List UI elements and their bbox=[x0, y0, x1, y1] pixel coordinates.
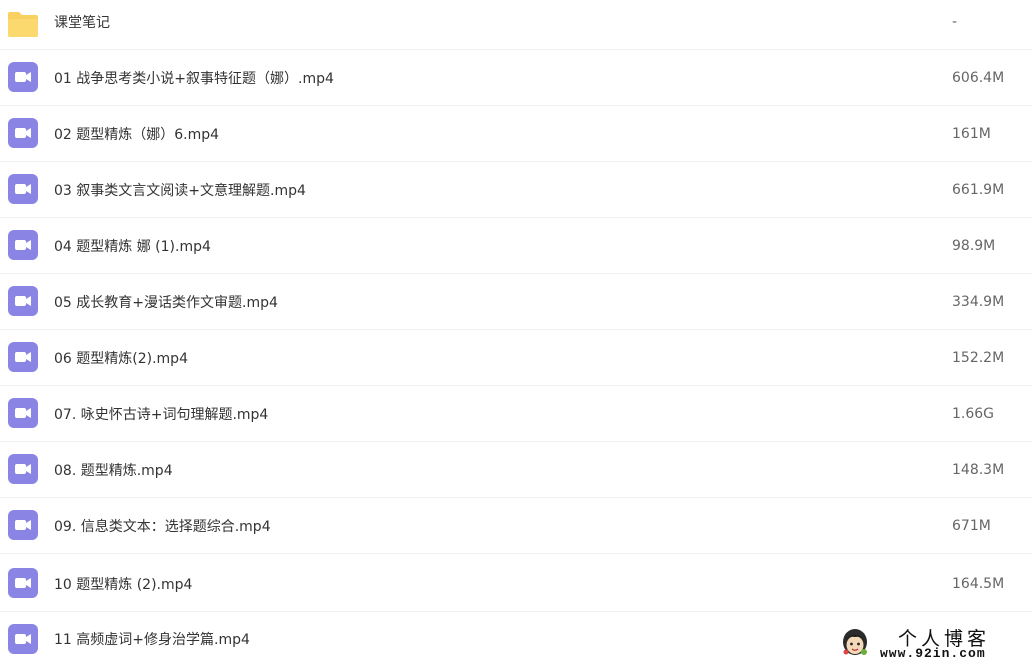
list-item-file[interactable]: 07. 咏史怀古诗+词句理解题.mp4 1.66G bbox=[0, 386, 1032, 442]
file-name: 04 题型精炼 娜 (1).mp4 bbox=[54, 239, 211, 255]
list-item-file[interactable]: 09. 信息类文本：选择题综合.mp4 671M bbox=[0, 498, 1032, 554]
list-item-file[interactable]: 08. 题型精炼.mp4 148.3M bbox=[0, 442, 1032, 498]
file-name: 07. 咏史怀古诗+词句理解题.mp4 bbox=[54, 407, 269, 423]
video-file-icon bbox=[8, 342, 38, 372]
file-name: 02 题型精炼（娜）6.mp4 bbox=[54, 127, 220, 143]
video-file-icon bbox=[8, 568, 38, 598]
video-file-icon bbox=[8, 118, 38, 148]
file-size: 1.66G bbox=[952, 406, 995, 422]
file-size: - bbox=[952, 14, 958, 30]
file-name: 09. 信息类文本：选择题综合.mp4 bbox=[54, 519, 271, 535]
list-item-file[interactable]: 04 题型精炼 娜 (1).mp4 98.9M bbox=[0, 218, 1032, 274]
file-size: 98.9M bbox=[952, 238, 996, 254]
file-size: 606.4M bbox=[952, 70, 1005, 86]
file-size: 661.9M bbox=[952, 182, 1005, 198]
row-divider bbox=[0, 553, 1032, 554]
list-item-file[interactable]: 10 题型精炼 (2).mp4 164.5M bbox=[0, 556, 1032, 612]
file-size: 152.2M bbox=[952, 350, 1005, 366]
video-file-icon bbox=[8, 454, 38, 484]
video-file-icon bbox=[8, 230, 38, 260]
file-name: 11 高频虚词+修身治学篇.mp4 bbox=[54, 632, 250, 648]
file-name: 课堂笔记 bbox=[54, 15, 110, 31]
list-item-file[interactable]: 03 叙事类文言文阅读+文意理解题.mp4 661.9M bbox=[0, 162, 1032, 218]
file-size: 334.9M bbox=[952, 294, 1005, 310]
file-name: 10 题型精炼 (2).mp4 bbox=[54, 577, 193, 593]
file-size: 671M bbox=[952, 518, 991, 534]
watermark-url: www.92in.com bbox=[880, 646, 986, 661]
video-file-icon bbox=[8, 62, 38, 92]
file-size: 148.3M bbox=[952, 462, 1005, 478]
list-item-file[interactable]: 06 题型精炼(2).mp4 152.2M bbox=[0, 330, 1032, 386]
file-name: 08. 题型精炼.mp4 bbox=[54, 463, 173, 479]
file-name: 05 成长教育+漫话类作文审题.mp4 bbox=[54, 295, 278, 311]
list-item-file[interactable]: 02 题型精炼（娜）6.mp4 161M bbox=[0, 106, 1032, 162]
video-file-icon bbox=[8, 624, 38, 654]
file-name: 06 题型精炼(2).mp4 bbox=[54, 351, 188, 367]
video-file-icon bbox=[8, 510, 38, 540]
blog-watermark: 个人博客 www.92in.com bbox=[836, 622, 1026, 662]
file-name: 01 战争思考类小说+叙事特征题（娜）.mp4 bbox=[54, 71, 334, 87]
file-size: 164.5M bbox=[952, 576, 1005, 592]
video-file-icon bbox=[8, 174, 38, 204]
video-file-icon bbox=[8, 286, 38, 316]
file-name: 03 叙事类文言文阅读+文意理解题.mp4 bbox=[54, 183, 306, 199]
video-file-icon bbox=[8, 398, 38, 428]
folder-icon bbox=[8, 12, 38, 37]
cartoon-face-logo-icon bbox=[843, 629, 867, 655]
list-item-folder[interactable]: 课堂笔记 - bbox=[0, 0, 1032, 50]
file-size: 161M bbox=[952, 126, 991, 142]
file-list: 课堂笔记 - 01 战争思考类小说+叙事特征题（娜）.mp4 606.4M 02… bbox=[0, 0, 1032, 666]
list-item-file[interactable]: 01 战争思考类小说+叙事特征题（娜）.mp4 606.4M bbox=[0, 50, 1032, 106]
list-item-file[interactable]: 05 成长教育+漫话类作文审题.mp4 334.9M bbox=[0, 274, 1032, 330]
